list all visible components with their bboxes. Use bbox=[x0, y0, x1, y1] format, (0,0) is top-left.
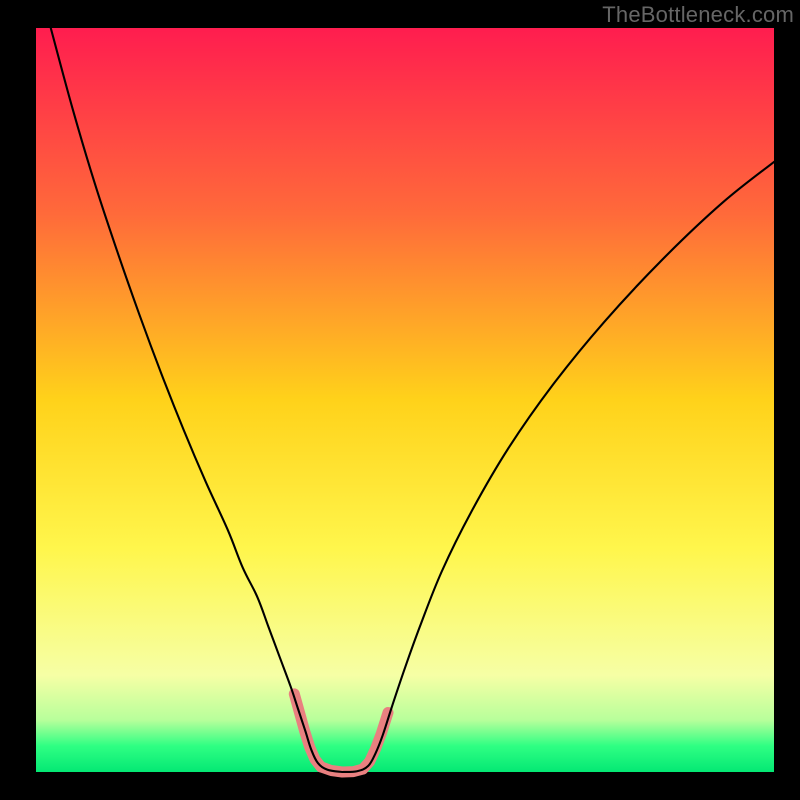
watermark-text: TheBottleneck.com bbox=[602, 2, 794, 28]
plot-background bbox=[36, 28, 774, 772]
chart-frame: TheBottleneck.com bbox=[0, 0, 800, 800]
bottleneck-chart bbox=[0, 0, 800, 800]
